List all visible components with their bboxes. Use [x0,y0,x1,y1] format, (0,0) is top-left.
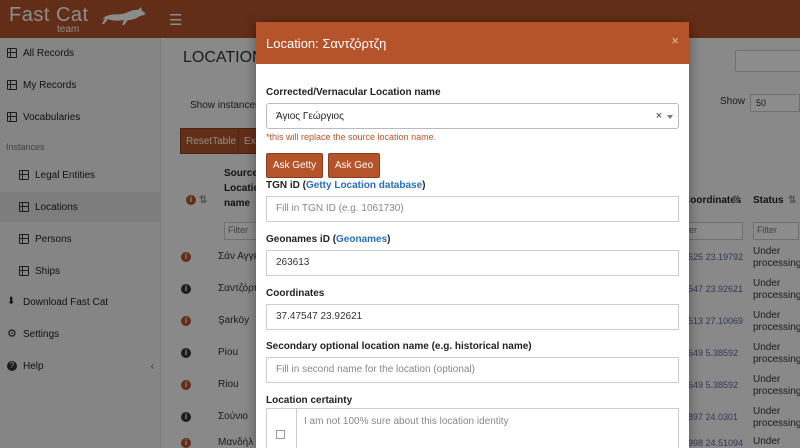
corrected-name-select[interactable]: Άγιος Γεώργιος × [266,103,679,129]
ask-getty-button[interactable]: Ask Getty [266,153,323,178]
certainty-group: I am not 100% sure about this location i… [266,408,679,448]
corrected-name-value: Άγιος Γεώργιος [276,111,344,122]
chevron-down-icon[interactable] [667,115,673,119]
geonames-label-text: Geonames iD ( [266,234,337,245]
tgn-label: TGN iD (Getty Location database) [266,180,425,191]
coordinates-input[interactable]: 37.47547 23.92621 [266,304,679,330]
secondary-name-label: Secondary optional location name (e.g. h… [266,341,532,352]
getty-link[interactable]: Getty Location database [306,180,422,191]
coordinates-label: Coordinates [266,288,325,299]
geonames-link[interactable]: Geonames [336,234,387,245]
ask-geo-button[interactable]: Ask Geo [328,153,380,178]
certainty-text: I am not 100% sure about this location i… [304,416,509,427]
geonames-id-input[interactable]: 263613 [266,250,679,276]
replace-hint: *this will replace the source location n… [266,132,437,142]
tgn-id-input[interactable]: Fill in TGN ID (e.g. 1061730) [266,196,679,222]
tgn-label-close: ) [422,180,426,191]
secondary-name-input[interactable]: Fill in second name for the location (op… [266,357,679,383]
location-modal: Location: Σαντζόρτζη × Corrected/Vernacu… [256,22,689,448]
corrected-name-label: Corrected/Vernacular Location name [266,87,441,98]
geonames-label: Geonames iD (Geonames) [266,234,391,245]
certainty-checkbox[interactable] [276,430,285,439]
modal-header: Location: Σαντζόρτζη × [256,22,689,64]
certainty-label: Location certainty [266,395,353,406]
modal-title: Location: Σαντζόρτζη [266,36,387,51]
tgn-label-text: TGN iD ( [266,180,306,191]
clear-icon[interactable]: × [656,110,662,122]
close-icon[interactable]: × [671,33,679,48]
geonames-label-close: ) [387,234,391,245]
certainty-checkbox-wrap [267,409,297,448]
